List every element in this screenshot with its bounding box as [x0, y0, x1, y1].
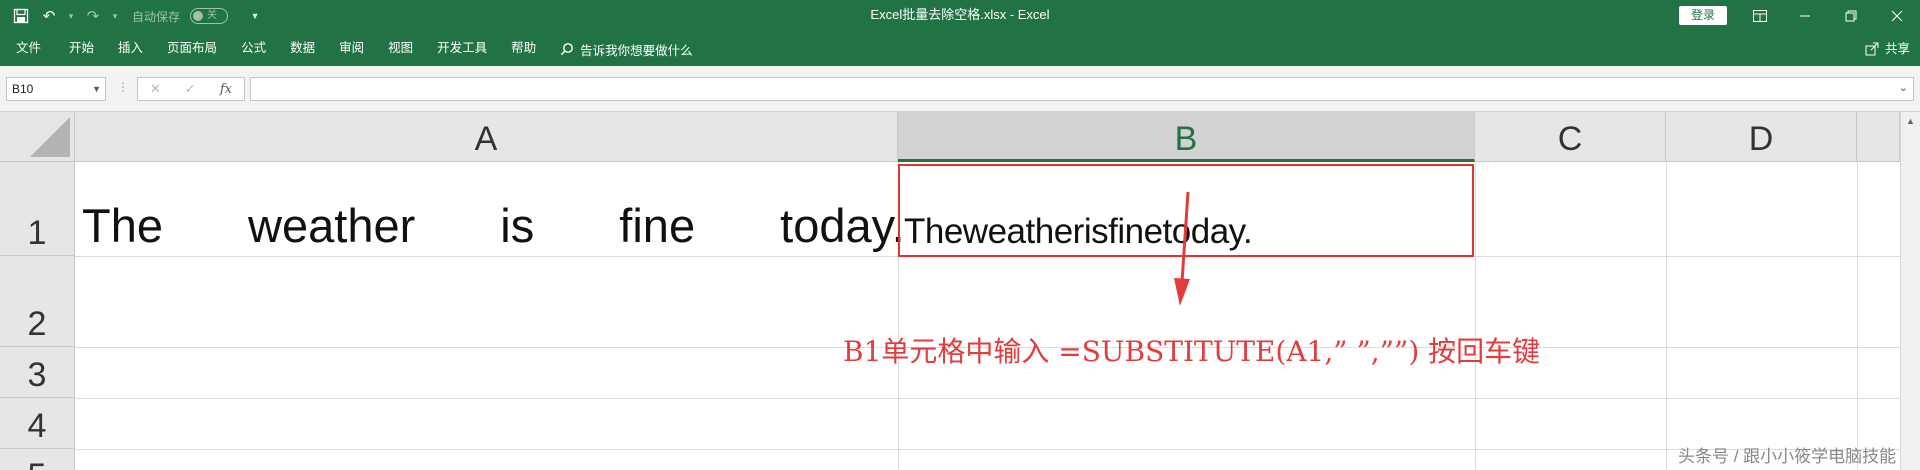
restore-icon[interactable]	[1828, 0, 1874, 32]
share-icon	[1865, 42, 1879, 56]
tab-help[interactable]: 帮助	[499, 32, 548, 66]
undo-dropdown-icon[interactable]: ▾	[66, 5, 76, 27]
document-title: Excel批量去除空格.xlsx - Excel	[870, 7, 1050, 22]
vertical-scrollbar[interactable]: ▲	[1900, 112, 1920, 470]
autosave-label: 自动保存	[132, 9, 181, 24]
redo-icon[interactable]: ↷	[82, 5, 104, 27]
undo-icon[interactable]: ↶	[38, 5, 60, 27]
redo-dropdown-icon[interactable]: ▾	[110, 5, 120, 27]
name-box[interactable]: B10 ▼	[6, 77, 106, 101]
excel-window: ↶ ▾ ↷ ▾ 自动保存 关 ▾ Excel批量去除空格.xlsx - Exce…	[0, 0, 1920, 470]
worksheet-grid[interactable]: A B C D 1 2 3 4 5 The weather is fine to…	[0, 112, 1920, 470]
tab-formulas[interactable]: 公式	[229, 32, 278, 66]
column-header-c[interactable]: C	[1475, 112, 1666, 162]
cancel-icon[interactable]: ✕	[150, 81, 161, 97]
share-button[interactable]: 共享	[1865, 32, 1910, 66]
customize-qat-icon[interactable]: ▾	[244, 5, 266, 27]
save-icon[interactable]	[10, 5, 32, 27]
row-header-5[interactable]: 5	[0, 449, 75, 470]
annotation-text: B1单元格中输入 =SUBSTITUTE(A1,” ”,””) 按回车键	[843, 335, 1541, 368]
autosave-state: 关	[207, 10, 218, 21]
select-all-button[interactable]	[0, 112, 75, 162]
gridline	[1857, 162, 1858, 470]
tab-file[interactable]: 文件	[0, 32, 57, 66]
ribbon-display-options-icon[interactable]	[1737, 0, 1783, 32]
column-header-a[interactable]: A	[75, 112, 898, 162]
expand-formula-bar-icon[interactable]: ⌄	[1899, 81, 1908, 94]
enter-icon[interactable]: ✓	[185, 81, 196, 97]
tab-developer[interactable]: 开发工具	[425, 32, 499, 66]
row-header-1[interactable]: 1	[0, 162, 75, 256]
scroll-up-icon[interactable]: ▲	[1906, 116, 1915, 126]
tab-view[interactable]: 视图	[376, 32, 425, 66]
gridline	[1666, 162, 1667, 470]
tab-insert[interactable]: 插入	[106, 32, 155, 66]
chevron-down-icon[interactable]: ▼	[92, 78, 101, 100]
column-header-e[interactable]	[1857, 112, 1900, 162]
close-icon[interactable]	[1874, 0, 1920, 32]
formula-input[interactable]: ⌄	[250, 77, 1914, 101]
tab-review[interactable]: 审阅	[327, 32, 376, 66]
formula-bar-grip-icon[interactable]: ⋮	[117, 80, 129, 94]
row-header-3[interactable]: 3	[0, 347, 75, 398]
tab-data[interactable]: 数据	[278, 32, 327, 66]
tell-me-search[interactable]: 告诉我你想要做什么	[560, 40, 693, 59]
tell-me-label: 告诉我你想要做什么	[580, 43, 693, 58]
share-label: 共享	[1884, 42, 1910, 56]
toggle-knob	[193, 11, 204, 21]
tab-page-layout[interactable]: 页面布局	[155, 32, 229, 66]
login-button[interactable]: 登录	[1679, 6, 1727, 25]
ribbon-tabs-bar: 文件 开始 插入 页面布局 公式 数据 审阅 视图 开发工具 帮助 告诉我你想要…	[0, 32, 1920, 66]
gridline	[1475, 162, 1476, 470]
search-icon	[561, 43, 574, 56]
row-header-2[interactable]: 2	[0, 256, 75, 347]
select-all-triangle-icon	[30, 117, 70, 157]
title-bar: ↶ ▾ ↷ ▾ 自动保存 关 ▾ Excel批量去除空格.xlsx - Exce…	[0, 0, 1920, 32]
gridline	[75, 398, 1900, 399]
autosave-toggle[interactable]: 关	[190, 8, 229, 24]
formula-buttons: ✕ ✓ fx	[137, 77, 245, 101]
column-header-b[interactable]: B	[898, 112, 1475, 162]
ribbon-tabs: 文件 开始 插入 页面布局 公式 数据 审阅 视图 开发工具 帮助 告诉我你想要…	[0, 32, 693, 66]
insert-function-icon[interactable]: fx	[220, 82, 232, 97]
row-header-4[interactable]: 4	[0, 398, 75, 449]
formula-bar: B10 ▼ ⋮ ✕ ✓ fx ⌄	[0, 66, 1920, 112]
name-box-value: B10	[12, 82, 34, 96]
tab-home[interactable]: 开始	[57, 32, 106, 66]
cell-a1[interactable]: The weather is fine today.	[82, 198, 905, 253]
column-header-d[interactable]: D	[1666, 112, 1857, 162]
arrow-icon	[1174, 191, 1190, 306]
minimize-icon[interactable]	[1782, 0, 1828, 32]
watermark: 头条号 / 跟小小筱学电脑技能	[1678, 447, 1897, 466]
gridline	[75, 449, 1900, 450]
quick-access-toolbar: ↶ ▾ ↷ ▾ 自动保存 关 ▾	[10, 0, 266, 32]
